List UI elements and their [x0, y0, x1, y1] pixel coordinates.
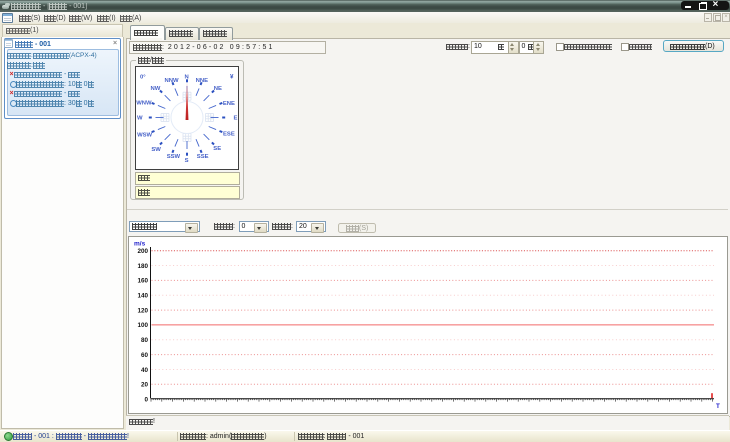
svg-text:SSE: SSE	[197, 154, 209, 160]
svg-text:S: S	[185, 158, 189, 164]
svg-text:NNE: NNE	[196, 78, 209, 84]
svg-text:WNW: WNW	[136, 100, 152, 106]
svg-text:180: 180	[137, 263, 148, 270]
svg-text:ENE: ENE	[223, 101, 235, 107]
svg-text:SSW: SSW	[167, 154, 181, 160]
svg-text:¥: ¥	[230, 74, 234, 81]
svg-text:E: E	[234, 116, 238, 122]
svg-text:60: 60	[141, 352, 149, 359]
svg-text:NE: NE	[214, 86, 222, 92]
svg-text:0°: 0°	[140, 75, 146, 81]
svg-text:SE: SE	[213, 146, 221, 152]
svg-text:ESE: ESE	[223, 132, 235, 138]
svg-text:N: N	[184, 75, 188, 81]
svg-text:120: 120	[137, 307, 148, 314]
svg-text:140: 140	[137, 293, 148, 300]
svg-text:20: 20	[141, 382, 149, 389]
svg-text:T: T	[716, 403, 720, 410]
svg-text:m/s: m/s	[134, 241, 146, 248]
svg-text:0: 0	[144, 397, 148, 404]
svg-text:NNW: NNW	[164, 78, 179, 84]
svg-text:100: 100	[137, 322, 148, 329]
svg-text:NW: NW	[150, 86, 160, 92]
svg-text:40: 40	[141, 367, 149, 374]
svg-text:160: 160	[137, 278, 148, 285]
svg-text:WSW: WSW	[137, 132, 152, 138]
svg-text:80: 80	[141, 337, 149, 344]
svg-text:SW: SW	[151, 147, 161, 153]
svg-text:W: W	[137, 116, 143, 122]
svg-text:200: 200	[137, 248, 148, 255]
